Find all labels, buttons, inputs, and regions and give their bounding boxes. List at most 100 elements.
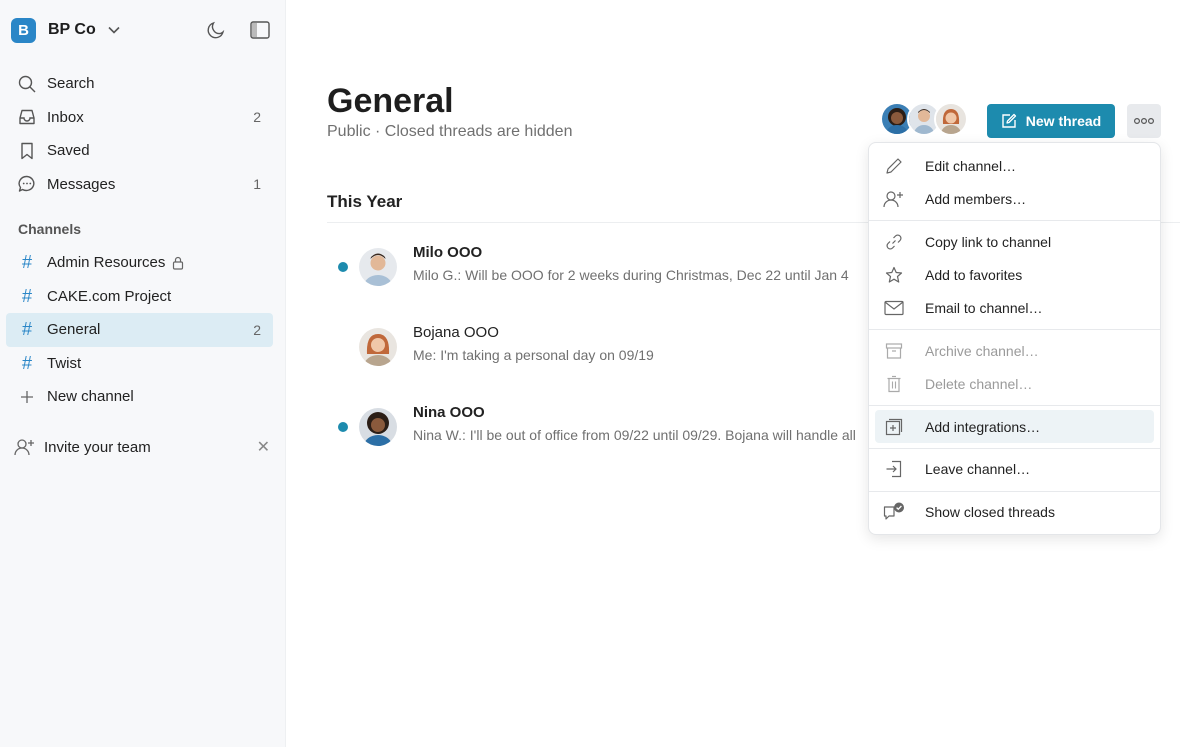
- thread-title: Nina OOO: [413, 404, 485, 421]
- avatar: [359, 408, 397, 446]
- avatar: [934, 102, 968, 136]
- menu-label: Edit channel…: [925, 157, 1017, 174]
- menu-label: Email to channel…: [925, 299, 1043, 316]
- hash-icon: #: [21, 352, 32, 373]
- nav-messages[interactable]: Messages 1: [6, 168, 273, 202]
- menu-divider: [869, 448, 1160, 449]
- menu-divider: [869, 329, 1160, 330]
- more-options-button[interactable]: [1127, 104, 1161, 138]
- nav-saved[interactable]: Saved: [6, 134, 273, 168]
- channel-unread-count: 2: [253, 321, 261, 338]
- thread-title: Milo OOO: [413, 244, 483, 261]
- channel-item-cake-project[interactable]: # CAKE.com Project: [6, 280, 273, 314]
- menu-delete-channel[interactable]: Delete channel…: [875, 367, 1154, 400]
- menu-label: Add to favorites: [925, 266, 1023, 283]
- envelope-icon: [883, 297, 905, 319]
- archive-icon: [883, 340, 905, 362]
- compose-icon: [1001, 113, 1017, 129]
- menu-label: Add members…: [925, 190, 1027, 207]
- page-title: General: [327, 82, 454, 120]
- hash-icon: #: [21, 252, 32, 273]
- plus-icon: [17, 387, 37, 407]
- menu-divider: [869, 491, 1160, 492]
- thread-row[interactable]: Bojana OOO Me: I'm taking a personal day…: [327, 318, 887, 378]
- thread-title: Bojana OOO: [413, 324, 499, 341]
- exit-icon: [883, 458, 905, 480]
- new-thread-label: New thread: [1025, 113, 1102, 129]
- channel-item-admin-resources[interactable]: # Admin Resources: [6, 246, 273, 280]
- invite-team-row[interactable]: Invite your team ✕: [14, 436, 270, 458]
- unread-dot: [338, 422, 348, 432]
- trash-icon: [883, 373, 905, 395]
- channel-members[interactable]: [880, 102, 968, 136]
- menu-label: Add integrations…: [925, 418, 1041, 435]
- thread-preview: Nina W.: I'll be out of office from 09/2…: [413, 427, 856, 443]
- messages-count: 1: [253, 176, 261, 193]
- menu-leave-channel[interactable]: Leave channel…: [875, 452, 1154, 485]
- lock-icon: [172, 256, 184, 270]
- chevron-down-icon[interactable]: [108, 26, 120, 34]
- menu-show-closed-threads[interactable]: Show closed threads: [875, 495, 1154, 528]
- channel-item-twist[interactable]: # Twist: [6, 347, 273, 381]
- menu-divider: [869, 220, 1160, 221]
- more-icon: [1133, 117, 1155, 125]
- hash-icon: #: [21, 285, 32, 306]
- channel-options-menu: Edit channel… Add members… Copy link to …: [868, 142, 1161, 535]
- menu-label: Delete channel…: [925, 375, 1033, 392]
- channel-item-general[interactable]: # General 2: [6, 313, 273, 347]
- star-icon: [883, 264, 905, 286]
- thread-row[interactable]: Nina OOO Nina W.: I'll be out of office …: [327, 398, 887, 458]
- dark-mode-icon[interactable]: [205, 19, 227, 41]
- thread-row[interactable]: Milo OOO Milo G.: Will be OOO for 2 week…: [327, 238, 887, 298]
- menu-archive-channel[interactable]: Archive channel…: [875, 334, 1154, 367]
- menu-label: Leave channel…: [925, 460, 1031, 477]
- channels-heading: Channels: [18, 221, 82, 237]
- menu-divider: [869, 405, 1160, 406]
- link-icon: [883, 231, 905, 253]
- channel-name: Twist: [47, 354, 82, 372]
- add-user-icon: [14, 438, 36, 456]
- menu-label: Show closed threads: [925, 503, 1055, 520]
- channel-list: # Admin Resources # CAKE.com Project # G…: [6, 246, 273, 414]
- new-thread-button[interactable]: New thread: [987, 104, 1115, 138]
- menu-label: Archive channel…: [925, 342, 1039, 359]
- sidebar: B BP Co Search Inbox 2 Saved Messages 1 …: [0, 0, 286, 747]
- thread-preview: Milo G.: Will be OOO for 2 weeks during …: [413, 267, 849, 283]
- avatar: [359, 248, 397, 286]
- nav-search[interactable]: Search: [6, 67, 273, 101]
- menu-email-channel[interactable]: Email to channel…: [875, 291, 1154, 324]
- new-channel-button[interactable]: New channel: [6, 380, 273, 414]
- thread-preview: Me: I'm taking a personal day on 09/19: [413, 347, 654, 363]
- menu-add-integrations[interactable]: Add integrations…: [875, 410, 1154, 443]
- menu-add-favorites[interactable]: Add to favorites: [875, 258, 1154, 291]
- main-nav: Search Inbox 2 Saved Messages 1: [6, 67, 273, 201]
- inbox-count: 2: [253, 109, 261, 126]
- close-icon[interactable]: ✕: [257, 437, 270, 457]
- closed-thread-icon: [883, 501, 905, 523]
- nav-inbox[interactable]: Inbox 2: [6, 101, 273, 135]
- menu-label: Copy link to channel: [925, 233, 1052, 250]
- workspace-badge[interactable]: B: [11, 17, 36, 43]
- nav-saved-label: Saved: [47, 142, 90, 160]
- channel-subtitle: Public · Closed threads are hidden: [327, 123, 573, 140]
- avatar: [359, 328, 397, 366]
- workspace-name[interactable]: BP Co: [48, 21, 96, 39]
- menu-edit-channel[interactable]: Edit channel…: [875, 149, 1154, 182]
- inbox-icon: [17, 107, 37, 127]
- menu-copy-link[interactable]: Copy link to channel: [875, 225, 1154, 258]
- add-user-icon: [883, 188, 905, 210]
- nav-search-label: Search: [47, 75, 95, 93]
- pencil-icon: [883, 155, 905, 177]
- channel-name: CAKE.com Project: [47, 287, 172, 305]
- bookmark-icon: [17, 141, 37, 161]
- sidebar-toggle-icon[interactable]: [249, 19, 271, 41]
- nav-inbox-label: Inbox: [47, 108, 84, 126]
- section-heading: This Year: [327, 192, 403, 211]
- invite-team-label: Invite your team: [44, 438, 151, 456]
- search-icon: [17, 74, 37, 94]
- menu-add-members[interactable]: Add members…: [875, 182, 1154, 215]
- integration-icon: [883, 416, 905, 438]
- unread-dot: [338, 262, 348, 272]
- channel-name: Admin Resources: [47, 254, 166, 272]
- hash-icon: #: [21, 319, 32, 340]
